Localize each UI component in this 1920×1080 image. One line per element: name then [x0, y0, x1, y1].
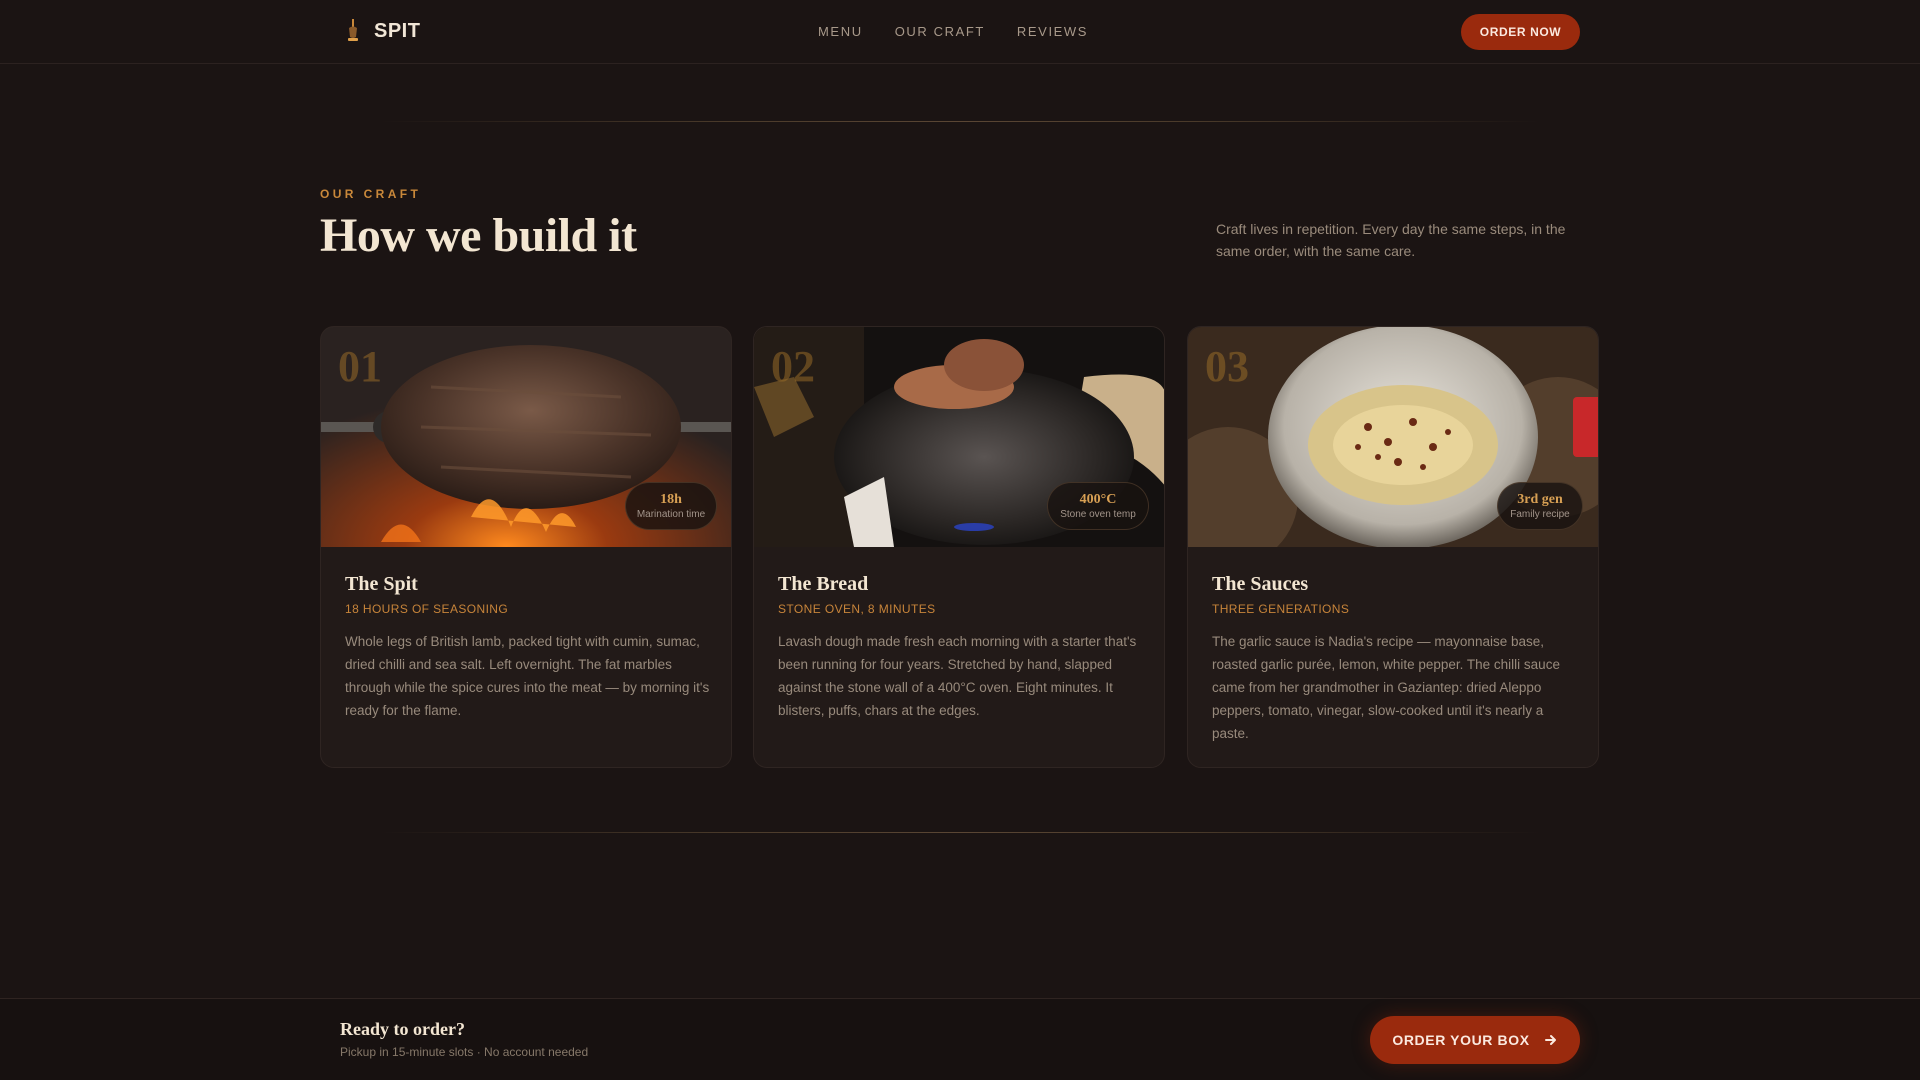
- section-divider-bottom: [380, 832, 1540, 833]
- card-title: The Bread: [778, 573, 869, 595]
- card-subtitle: 18 HOURS OF SEASONING: [345, 602, 509, 616]
- step-number: 01: [338, 342, 382, 391]
- stat-badge: 400°C Stone oven temp: [1047, 482, 1149, 530]
- arrow-right-icon: [1544, 1035, 1556, 1045]
- order-now-button[interactable]: ORDER NOW: [1461, 14, 1580, 50]
- nav-links: MENU OUR CRAFT REVIEWS: [818, 24, 1088, 39]
- card-body: The garlic sauce is Nadia's recipe — may…: [1212, 634, 1560, 741]
- top-nav: SPIT MENU OUR CRAFT REVIEWS ORDER NOW: [0, 0, 1920, 64]
- stat-value: 18h: [660, 491, 682, 507]
- nav-link-reviews[interactable]: REVIEWS: [1017, 24, 1088, 39]
- craft-card-spit: 01 18h Marination time The Spit 18 HOURS…: [320, 326, 732, 768]
- stat-value: 3rd gen: [1517, 491, 1563, 507]
- stat-label: Marination time: [636, 508, 706, 520]
- brand-logo[interactable]: SPIT: [346, 19, 420, 43]
- card-body: Lavash dough made fresh each morning wit…: [778, 634, 1137, 718]
- craft-card-sauces: 03 3rd gen Family recipe The Sauces THRE…: [1187, 326, 1599, 768]
- section-lead: Craft lives in repetition. Every day the…: [1216, 221, 1566, 259]
- stat-label: Family recipe: [1510, 508, 1570, 520]
- nav-link-menu[interactable]: MENU: [818, 24, 863, 39]
- stat-badge: 3rd gen Family recipe: [1497, 482, 1583, 530]
- nav-link-our-craft[interactable]: OUR CRAFT: [895, 24, 985, 39]
- section-eyebrow: OUR CRAFT: [320, 187, 422, 201]
- card-subtitle: THREE GENERATIONS: [1212, 602, 1350, 616]
- sticky-order-bar: Ready to order? Pickup in 15-minute slot…: [0, 998, 1920, 1080]
- card-title: The Spit: [345, 573, 418, 595]
- order-your-box-label: ORDER YOUR BOX: [1392, 1032, 1530, 1048]
- order-your-box-button[interactable]: ORDER YOUR BOX: [1370, 1016, 1580, 1064]
- step-number: 03: [1205, 342, 1249, 391]
- flame-skewer-icon: [348, 19, 358, 41]
- brand-name: SPIT: [374, 19, 421, 42]
- card-body: Whole legs of British lamb, packed tight…: [345, 634, 710, 718]
- stat-badge: 18h Marination time: [625, 482, 717, 530]
- section-divider-top: [380, 121, 1540, 122]
- card-subtitle: STONE OVEN, 8 MINUTES: [778, 602, 936, 616]
- stat-label: Stone oven temp: [1060, 508, 1136, 520]
- order-bar-title: Ready to order?: [340, 1019, 465, 1039]
- section-title: How we build it: [320, 209, 637, 262]
- card-title: The Sauces: [1212, 573, 1309, 595]
- step-number: 02: [771, 342, 815, 391]
- stat-value: 400°C: [1079, 491, 1117, 507]
- order-bar-subtitle: Pickup in 15-minute slots · No account n…: [340, 1045, 589, 1059]
- craft-card-bread: 02 400°C Stone oven temp The Bread STONE…: [753, 326, 1165, 768]
